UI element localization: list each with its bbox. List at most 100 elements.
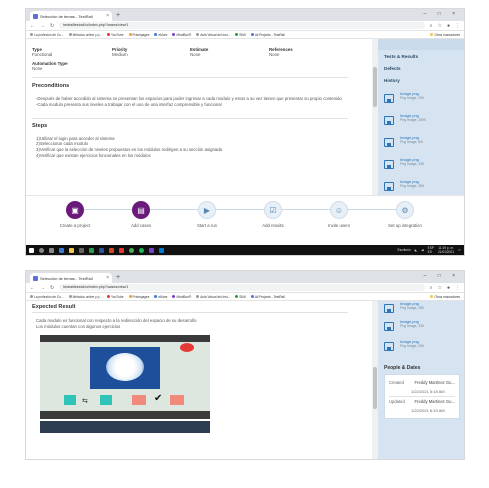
star-icon[interactable]: ☆ [437, 285, 441, 291]
store-icon[interactable] [79, 247, 84, 253]
preconditions-title: Preconditions [32, 83, 70, 89]
created-user-link[interactable]: Freddy Martinez Gu... [415, 380, 456, 385]
language-indicator[interactable]: ESP ES [428, 246, 434, 254]
bookmark-item[interactable]: Aula Virtual del Inst... [196, 295, 230, 299]
close-tab-icon[interactable]: × [106, 275, 109, 281]
bookmark-item[interactable]: SIMI [235, 295, 246, 299]
notifications-icon[interactable]: ▭ [458, 248, 461, 252]
volume-icon[interactable]: ◀ [421, 248, 423, 252]
bookmark-item[interactable]: La profesión de Co... [30, 33, 64, 37]
attachment-item[interactable]: Image.png Png Image, 33K [378, 319, 464, 339]
field-type: Type Functional [32, 47, 53, 57]
menu-icon[interactable]: ⋮ [455, 23, 460, 29]
excel-icon[interactable] [89, 247, 94, 253]
sidebar-link-defects[interactable]: Defects [378, 59, 464, 71]
powerpoint-icon[interactable] [109, 247, 114, 253]
folder-icon[interactable] [69, 247, 74, 253]
close-tab-icon[interactable]: × [106, 13, 109, 19]
attachment-item[interactable]: Image.png Png Image, 26K [378, 339, 464, 361]
page-content: Type Functional Priority Medium Estimate No… [26, 39, 464, 195]
system-tray: Escritorio ◣ ◀ ESP ES 11:19 p. m. 21/01/20… [397, 246, 461, 254]
url-field[interactable]: testrailtestrail.io/index.php?/cases/vie… [59, 22, 425, 29]
browser-tab[interactable]: Selección de temas - TestRail × [30, 11, 112, 21]
forward-icon[interactable]: → [40, 23, 45, 29]
attachment-item[interactable]: Image.png Png Image, 33K [378, 157, 464, 179]
app-icon[interactable] [149, 247, 154, 253]
updated-user-link[interactable]: Freddy Martinez Gu... [415, 399, 456, 404]
star-icon[interactable]: ☆ [437, 23, 441, 29]
field-automation: Automation Type None [32, 61, 68, 71]
bookmark-item[interactable]: Otros marcadores [430, 295, 464, 299]
reload-icon[interactable]: ↻ [50, 285, 54, 291]
app-icon[interactable] [159, 247, 164, 253]
testrail-favicon-icon [33, 275, 38, 281]
clock[interactable]: 11:19 p. m. 21/01/2021 [438, 246, 454, 254]
sidebar-link-tests-results[interactable]: Tests & Results [378, 50, 464, 59]
attachment-item[interactable]: Image.png Png Image, 289K [378, 113, 464, 135]
url-field[interactable]: testrailtestrail.io/index.php?/cases/vie… [59, 284, 425, 291]
profile-icon[interactable]: ● [447, 285, 450, 291]
reload-icon[interactable]: ↻ [50, 23, 54, 29]
attachment-item[interactable]: Image.png Png Image, 29K [378, 91, 464, 113]
zoom-icon[interactable]: ⌕ [430, 285, 433, 291]
bookmarks-bar: La profesión de Co... Métodos online y p… [26, 31, 464, 39]
bookmark-item[interactable]: Métodos online y p... [68, 295, 102, 299]
bookmark-item[interactable]: Prismpages [128, 33, 149, 37]
task-view-icon[interactable] [49, 247, 54, 253]
step-integration[interactable]: ⚙ Set up integration [375, 201, 435, 228]
bookmark-item[interactable]: Otros marcadores [430, 33, 464, 37]
swap-arrows-icon: ⇆ [82, 398, 88, 405]
image-file-icon [384, 182, 394, 191]
bookmark-item[interactable]: SIMI [235, 33, 246, 37]
bookmark-item[interactable]: eMore [154, 33, 167, 37]
tab-title: Selección de temas - TestRail [40, 275, 93, 281]
add-cases-icon: ▤ [132, 201, 150, 219]
browser-tab-bar: Selección de temas - TestRail × + – □ × [26, 271, 464, 283]
bookmark-item[interactable]: MindBox® [172, 295, 191, 299]
window-controls[interactable]: – □ × [424, 11, 461, 17]
bookmark-item[interactable]: MindBox® [172, 33, 191, 37]
zoom-icon[interactable]: ⌕ [430, 23, 433, 29]
bookmark-item[interactable]: YouTube [107, 33, 124, 37]
search-icon[interactable] [39, 247, 44, 253]
sidebar-link-history[interactable]: History [378, 71, 464, 83]
bookmark-item[interactable]: All Projects - TestRail [250, 295, 285, 299]
getting-started-bar: ▣ Create a project ▤ Add cases ▶ Start a… [26, 195, 464, 237]
bookmark-item[interactable]: Prismpages [128, 295, 149, 299]
bookmark-item[interactable]: La profesión de Co... [30, 295, 64, 299]
word-icon[interactable] [99, 247, 104, 253]
bookmark-item[interactable]: eMore [154, 295, 167, 299]
browser-tab[interactable]: Selección de temas - TestRail × [30, 273, 112, 283]
edge-icon[interactable] [59, 247, 64, 253]
sidebar: Tests & Results Defects History Image.pn… [378, 39, 464, 195]
bookmarks-bar: La profesión de Co... Métodos online y p… [26, 293, 464, 301]
bookmark-item[interactable]: YouTube [107, 295, 124, 299]
forward-icon[interactable]: → [40, 285, 45, 291]
case-details: Type Functional Priority Medium Estimate No… [26, 39, 354, 195]
network-icon[interactable]: ◣ [415, 248, 417, 252]
step-invite-users[interactable]: ☺ Invite users [309, 201, 369, 228]
back-icon[interactable]: ← [30, 285, 35, 291]
new-tab-icon[interactable]: + [116, 11, 120, 21]
step-add-cases[interactable]: ▤ Add cases [111, 201, 171, 228]
attachment-item[interactable]: Image.png Png Image, 28K [378, 301, 464, 319]
step-add-results[interactable]: ☑ Add results [243, 201, 303, 228]
created-date-row: 1/22/2021 5:18 AM [411, 389, 445, 394]
profile-icon[interactable]: ● [447, 23, 450, 29]
app-icon[interactable] [119, 247, 124, 253]
bookmark-item[interactable]: Aula Virtual del Inst... [196, 33, 230, 37]
step-start-run[interactable]: ▶ Start a run [177, 201, 237, 228]
new-tab-icon[interactable]: + [116, 273, 120, 283]
menu-icon[interactable]: ⋮ [455, 285, 460, 291]
window-controls[interactable]: – □ × [424, 273, 461, 279]
windows-start-icon[interactable] [29, 247, 34, 253]
image-file-icon [384, 160, 394, 169]
page-content: Expected Result Cada modulo es funcional… [26, 301, 464, 459]
step-create-project[interactable]: ▣ Create a project [45, 201, 105, 228]
bookmark-item[interactable]: Métodos online y p... [68, 33, 102, 37]
back-icon[interactable]: ← [30, 23, 35, 29]
spotify-icon[interactable] [139, 247, 144, 253]
chrome-icon[interactable] [129, 247, 134, 253]
attachment-item[interactable]: Image.png Png Image, 8iK [378, 135, 464, 157]
bookmark-item[interactable]: All Projects - TestRail [250, 33, 285, 37]
